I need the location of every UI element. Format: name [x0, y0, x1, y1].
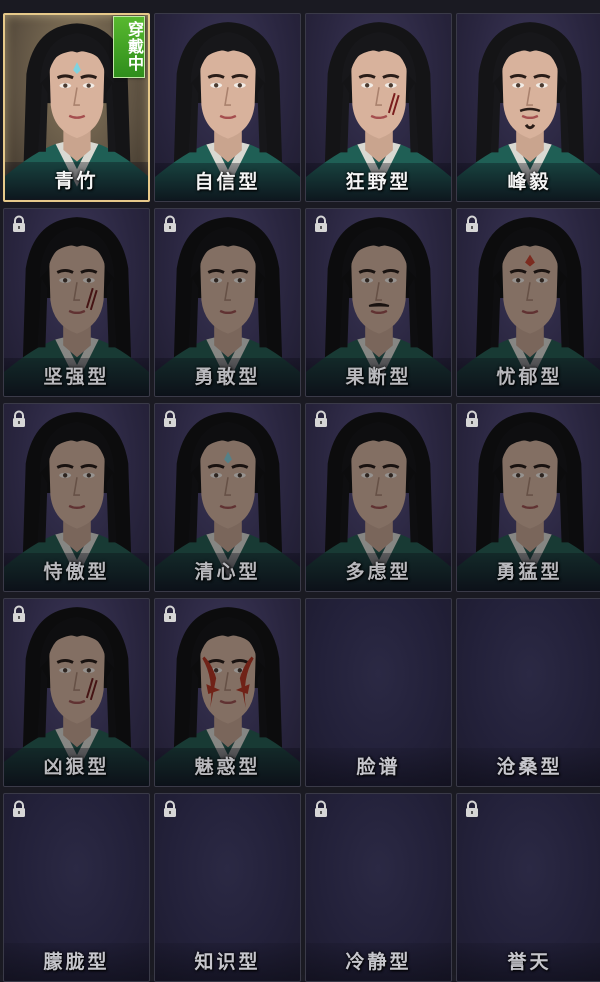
lock-icon — [161, 215, 179, 233]
face-style-tile[interactable]: 清心型 — [154, 403, 301, 592]
face-style-tile[interactable]: 恃傲型 — [3, 403, 150, 592]
lock-icon — [161, 605, 179, 623]
lock-icon — [463, 215, 481, 233]
lock-icon — [463, 800, 481, 818]
lock-icon — [463, 410, 481, 428]
face-style-tile[interactable]: 誉天 — [456, 793, 600, 982]
face-style-tile[interactable]: 坚强型 — [3, 208, 150, 397]
face-style-label: 冷静型 — [306, 943, 451, 981]
face-style-label: 忧郁型 — [457, 358, 600, 396]
face-style-label: 誉天 — [457, 943, 600, 981]
face-style-tile[interactable]: 穿戴中青竹 — [3, 13, 150, 202]
face-style-tile[interactable]: 勇敢型 — [154, 208, 301, 397]
face-style-label: 魅惑型 — [155, 748, 300, 786]
face-style-grid: 穿戴中 青竹 自信型 狂野型 峰毅 坚强型 勇敢型 果断型 忧郁型 恃傲型 清心… — [0, 0, 600, 982]
face-style-tile[interactable]: 多虑型 — [305, 403, 452, 592]
face-style-label: 朦胧型 — [4, 943, 149, 981]
lock-icon — [10, 215, 28, 233]
face-style-label: 坚强型 — [4, 358, 149, 396]
face-style-label: 勇敢型 — [155, 358, 300, 396]
face-style-label: 峰毅 — [457, 163, 600, 201]
lock-icon — [161, 800, 179, 818]
lock-icon — [10, 605, 28, 623]
face-style-tile[interactable]: 冷静型 — [305, 793, 452, 982]
face-style-tile[interactable]: 魅惑型 — [154, 598, 301, 787]
face-style-label: 知识型 — [155, 943, 300, 981]
face-style-tile[interactable]: 峰毅 — [456, 13, 600, 202]
face-style-tile[interactable]: 狂野型 — [305, 13, 452, 202]
face-style-tile[interactable]: 忧郁型 — [456, 208, 600, 397]
lock-icon — [10, 410, 28, 428]
face-style-label: 脸谱 — [306, 748, 451, 786]
face-style-tile[interactable]: 果断型 — [305, 208, 452, 397]
face-style-label: 勇猛型 — [457, 553, 600, 591]
face-style-label: 自信型 — [155, 163, 300, 201]
face-style-label: 青竹 — [5, 162, 148, 200]
face-style-tile[interactable]: 自信型 — [154, 13, 301, 202]
face-style-tile[interactable]: 沧桑型 — [456, 598, 600, 787]
lock-icon — [312, 410, 330, 428]
lock-icon — [161, 410, 179, 428]
face-style-label: 果断型 — [306, 358, 451, 396]
face-style-label: 沧桑型 — [457, 748, 600, 786]
face-style-tile[interactable]: 脸谱 — [305, 598, 452, 787]
face-style-tile[interactable]: 朦胧型 — [3, 793, 150, 982]
face-style-label: 凶狠型 — [4, 748, 149, 786]
face-style-tile[interactable]: 凶狠型 — [3, 598, 150, 787]
face-style-label: 清心型 — [155, 553, 300, 591]
equipped-badge: 穿戴中 — [113, 16, 145, 78]
lock-icon — [312, 800, 330, 818]
face-style-label: 恃傲型 — [4, 553, 149, 591]
face-style-tile[interactable]: 知识型 — [154, 793, 301, 982]
face-style-label: 多虑型 — [306, 553, 451, 591]
lock-icon — [312, 215, 330, 233]
face-style-tile[interactable]: 勇猛型 — [456, 403, 600, 592]
face-style-label: 狂野型 — [306, 163, 451, 201]
lock-icon — [10, 800, 28, 818]
